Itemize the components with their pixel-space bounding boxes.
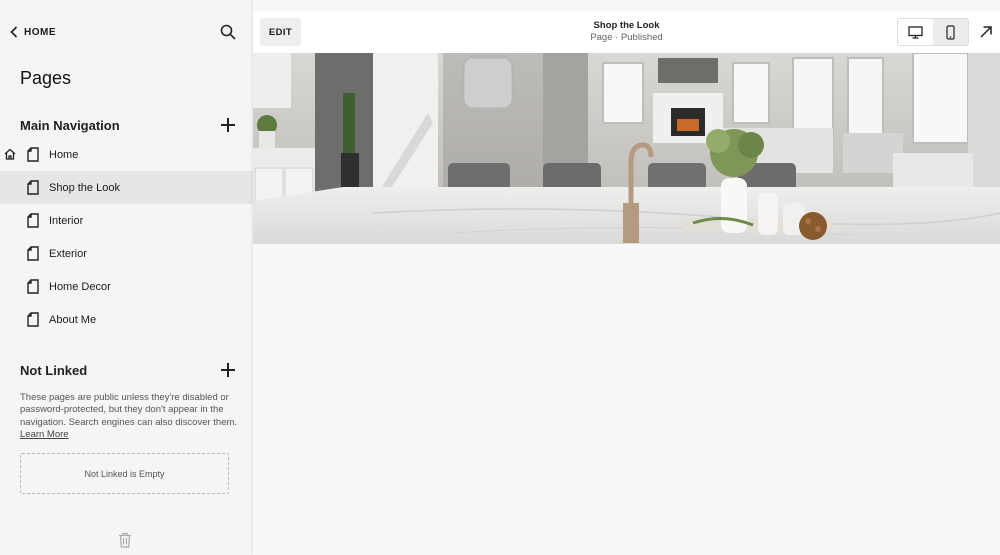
back-home-label: HOME xyxy=(24,26,56,38)
learn-more-link[interactable]: Learn More xyxy=(20,429,69,440)
main-navigation-header: Main Navigation xyxy=(20,114,235,136)
not-linked-empty-text: Not Linked is Empty xyxy=(84,468,165,479)
kitchen-interior-photo xyxy=(253,53,1000,244)
nav-item-label: Home xyxy=(49,148,79,161)
hero-banner-image xyxy=(253,53,1000,244)
sidebar-topbar: HOME xyxy=(0,14,253,50)
main-navigation-list: Home Shop the Look Interior Exterior Hom… xyxy=(0,138,253,336)
not-linked-title: Not Linked xyxy=(20,362,88,378)
not-linked-header: Not Linked xyxy=(20,359,235,381)
nav-item-label: About Me xyxy=(49,313,97,326)
main-navigation-title: Main Navigation xyxy=(20,117,120,133)
not-linked-empty-placeholder: Not Linked is Empty xyxy=(20,453,229,494)
not-linked-description-text: These pages are public unless they're di… xyxy=(20,392,238,428)
page-title: Shop the Look xyxy=(593,20,660,31)
pages-sidebar: HOME Pages Main Navigation Home Shop the… xyxy=(0,0,253,555)
device-toggle xyxy=(897,18,969,46)
page-icon xyxy=(27,246,39,261)
arrow-up-right-icon[interactable] xyxy=(979,25,993,39)
trash-icon[interactable] xyxy=(118,532,132,548)
nav-item-label: Home Decor xyxy=(49,280,111,293)
preview-header: EDIT Shop the Look Page · Published xyxy=(253,11,1000,53)
nav-item-label: Exterior xyxy=(49,247,87,260)
back-home-button[interactable]: HOME xyxy=(10,22,56,42)
nav-item-home-decor[interactable]: Home Decor xyxy=(0,270,253,303)
nav-item-label: Interior xyxy=(49,214,84,227)
mobile-icon xyxy=(946,24,955,40)
page-icon xyxy=(27,180,39,195)
page-icon xyxy=(27,312,39,327)
page-icon xyxy=(27,147,39,162)
nav-item-about-me[interactable]: About Me xyxy=(0,303,253,336)
nav-item-label: Shop the Look xyxy=(49,181,120,194)
not-linked-description: These pages are public unless they're di… xyxy=(20,392,238,441)
page-status: Page · Published xyxy=(590,32,663,43)
home-icon xyxy=(4,148,16,160)
chevron-left-icon xyxy=(10,26,18,38)
desktop-icon xyxy=(908,25,923,39)
page-icon xyxy=(27,279,39,294)
search-icon[interactable] xyxy=(220,24,236,40)
nav-item-interior[interactable]: Interior xyxy=(0,204,253,237)
desktop-view-button[interactable] xyxy=(898,19,933,45)
nav-item-exterior[interactable]: Exterior xyxy=(0,237,253,270)
page-icon xyxy=(27,213,39,228)
page-preview: EDIT Shop the Look Page · Published xyxy=(253,0,1000,555)
nav-item-shop-the-look[interactable]: Shop the Look xyxy=(0,171,253,204)
pages-title: Pages xyxy=(20,68,72,88)
add-unlinked-page-plus-icon[interactable] xyxy=(221,363,235,377)
mobile-view-button[interactable] xyxy=(933,19,968,45)
add-page-plus-icon[interactable] xyxy=(221,118,235,132)
nav-item-home[interactable]: Home xyxy=(0,138,253,171)
